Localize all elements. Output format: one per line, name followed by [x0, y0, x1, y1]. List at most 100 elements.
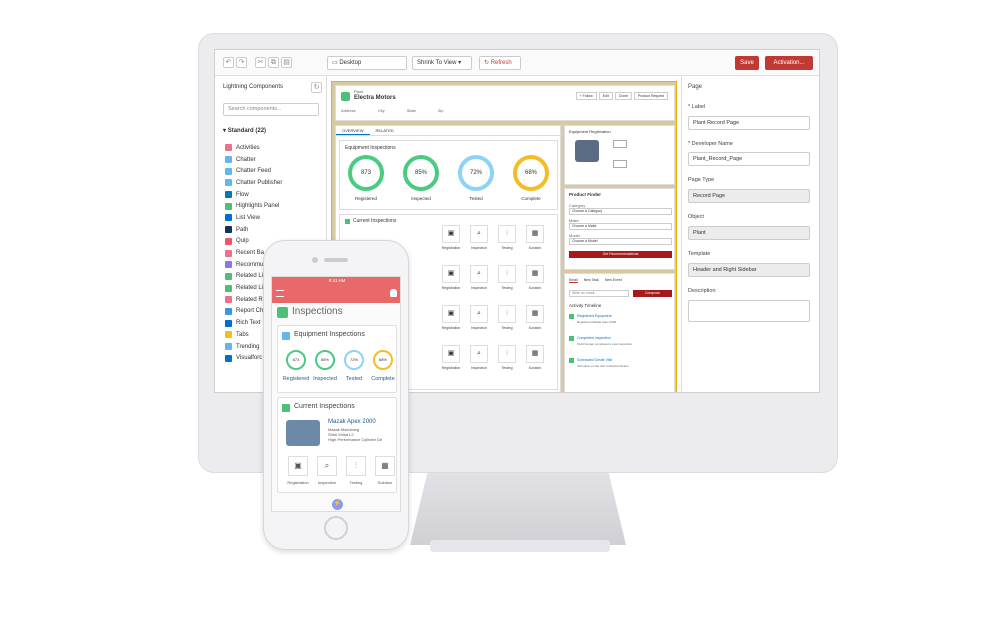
- current-inspections-icon: [345, 219, 350, 224]
- activity-item-icon: [569, 358, 574, 363]
- record-fields: Address City State Zip: [341, 108, 443, 113]
- builder-toolbar: ↶ ↷ ✂ ⧉ ▤ ▭ Desktop Shrink To View ▾ ↻ R…: [215, 50, 819, 76]
- camera-scan-icon[interactable]: [575, 140, 599, 162]
- equipment-registration-card: Equipment Registration: [564, 125, 675, 185]
- phone-gauge-label: Tested: [345, 376, 363, 382]
- cut-icon[interactable]: ✂: [255, 57, 266, 68]
- phone-solution-icon[interactable]: ▦: [375, 456, 395, 476]
- page-type-title: Page Type: [688, 177, 715, 183]
- activity-tab[interactable]: New Task: [584, 278, 599, 283]
- component-icon: [225, 343, 232, 351]
- testing-icon[interactable]: ⫶: [498, 225, 516, 243]
- component-item[interactable]: Chatter: [225, 154, 282, 166]
- phone-item-name[interactable]: Mazak Apex 2000: [328, 419, 376, 425]
- solution-icon[interactable]: ▦: [526, 265, 544, 283]
- developer-name-field[interactable]: Plant_Record_Page: [688, 152, 810, 166]
- component-item[interactable]: Highlights Panel: [225, 200, 282, 212]
- record-action-button[interactable]: Product Request: [633, 92, 668, 100]
- record-tab[interactable]: OVERVIEW: [336, 126, 370, 135]
- component-label: Path: [236, 226, 249, 233]
- testing-icon[interactable]: ⫶: [498, 305, 516, 323]
- model-select[interactable]: Choose a Model: [569, 238, 672, 245]
- phone-inspection-icon[interactable]: ⌕: [317, 456, 337, 476]
- record-tab[interactable]: RELATED: [370, 126, 400, 135]
- activity-tabs: Email New Task New Event: [569, 278, 622, 283]
- registration-icon[interactable]: ▣: [442, 305, 460, 323]
- undo-icon[interactable]: ↶: [223, 57, 234, 68]
- compose-email-input[interactable]: Write an email...: [569, 290, 629, 297]
- refresh-button[interactable]: ↻ Refresh: [479, 56, 521, 70]
- equipment-inspections-title: Equipment Inspections: [345, 145, 396, 151]
- inspection-action-label: Inspection: [471, 366, 487, 370]
- solution-icon[interactable]: ▦: [526, 345, 544, 363]
- record-action-button[interactable]: + Follow: [575, 92, 597, 100]
- activity-item-icon: [569, 336, 574, 341]
- activity-tab[interactable]: Email: [569, 278, 578, 283]
- component-icon: [225, 179, 232, 187]
- activity-item-title[interactable]: Completed Inspection: [577, 336, 611, 340]
- activity-item-title[interactable]: Registered Equipment: [577, 314, 612, 318]
- component-icon: [225, 331, 232, 339]
- activity-tab[interactable]: New Event: [605, 278, 622, 283]
- component-label: Chatter: [236, 156, 256, 163]
- phone-page-title: Inspections: [292, 306, 343, 317]
- activity-item-title[interactable]: Scheduled Onsite Visit: [577, 358, 612, 362]
- refresh-components-icon[interactable]: ↻: [311, 82, 322, 93]
- redo-icon[interactable]: ↷: [236, 57, 247, 68]
- phone-current-title: Current Inspections: [294, 403, 355, 410]
- inspection-icon[interactable]: ⌕: [470, 305, 488, 323]
- phone-gauge-label: Complete: [371, 376, 395, 382]
- phone-registration-icon[interactable]: ▣: [288, 456, 308, 476]
- gauge-label: Tested: [469, 196, 483, 201]
- registration-icon[interactable]: ▣: [442, 225, 460, 243]
- component-item[interactable]: Activities: [225, 142, 282, 154]
- menu-icon[interactable]: [276, 290, 284, 297]
- compose-button[interactable]: Compose: [633, 290, 672, 297]
- inspection-icon[interactable]: ⌕: [470, 345, 488, 363]
- testing-icon[interactable]: ⫶: [498, 265, 516, 283]
- view-select[interactable]: Shrink To View ▾: [412, 56, 472, 70]
- paste-icon[interactable]: ▤: [281, 57, 292, 68]
- get-recommendations-button[interactable]: Get Recommendations: [569, 251, 672, 258]
- component-item[interactable]: List View: [225, 212, 282, 224]
- developer-name-title: * Developer Name: [688, 141, 733, 147]
- component-search-input[interactable]: Search components...: [223, 103, 319, 116]
- save-button[interactable]: Save: [735, 56, 759, 70]
- device-select[interactable]: ▭ Desktop: [327, 56, 407, 70]
- record-action-button[interactable]: Clone: [614, 92, 632, 100]
- phone-gauge-circle: 873: [286, 350, 306, 370]
- solution-icon[interactable]: ▦: [526, 305, 544, 323]
- component-item[interactable]: Path: [225, 224, 282, 236]
- inspection-icon[interactable]: ⌕: [470, 265, 488, 283]
- component-item[interactable]: Chatter Feed: [225, 165, 282, 177]
- keyboard-icon[interactable]: [613, 140, 627, 148]
- registration-icon[interactable]: ▣: [442, 265, 460, 283]
- make-select[interactable]: Choose a Make: [569, 223, 672, 230]
- lightning-fab-icon[interactable]: ⚡: [332, 499, 343, 510]
- phone-item-line: High Performance Cylinder Dri: [328, 437, 383, 442]
- registration-icon[interactable]: ▣: [442, 345, 460, 363]
- activity-card: Email New Task New Event Write an email...…: [564, 273, 675, 392]
- label-field[interactable]: Plant Record Page: [688, 116, 810, 130]
- category-select[interactable]: Choose a Category: [569, 208, 672, 215]
- testing-icon[interactable]: ⫶: [498, 345, 516, 363]
- description-field[interactable]: [688, 300, 810, 322]
- activation-button[interactable]: Activation...: [765, 56, 813, 70]
- notification-bell-icon[interactable]: [390, 289, 397, 297]
- phone-testing-icon[interactable]: ⫶: [346, 456, 366, 476]
- component-label: Related R: [236, 296, 263, 303]
- phone-home-button[interactable]: [324, 516, 348, 540]
- component-item[interactable]: Chatter Publisher: [225, 177, 282, 189]
- copy-icon[interactable]: ⧉: [268, 57, 279, 68]
- standard-section-header[interactable]: ▾ Standard (22): [223, 127, 266, 134]
- phone-equipment-title: Equipment Inspections: [294, 331, 365, 338]
- record-header[interactable]: Plant Electra Motors + Follow Edit Clone Pr…: [335, 85, 675, 121]
- solution-icon[interactable]: ▦: [526, 225, 544, 243]
- barcode-icon[interactable]: [613, 160, 627, 168]
- record-action-button[interactable]: Edit: [598, 92, 613, 100]
- component-icon: [225, 226, 232, 234]
- component-item[interactable]: Flow: [225, 189, 282, 201]
- phone-current-card: Current Inspections Mazak Apex 2000 Maza…: [277, 397, 397, 493]
- product-finder-title: Product Finder: [569, 192, 602, 197]
- inspection-icon[interactable]: ⌕: [470, 225, 488, 243]
